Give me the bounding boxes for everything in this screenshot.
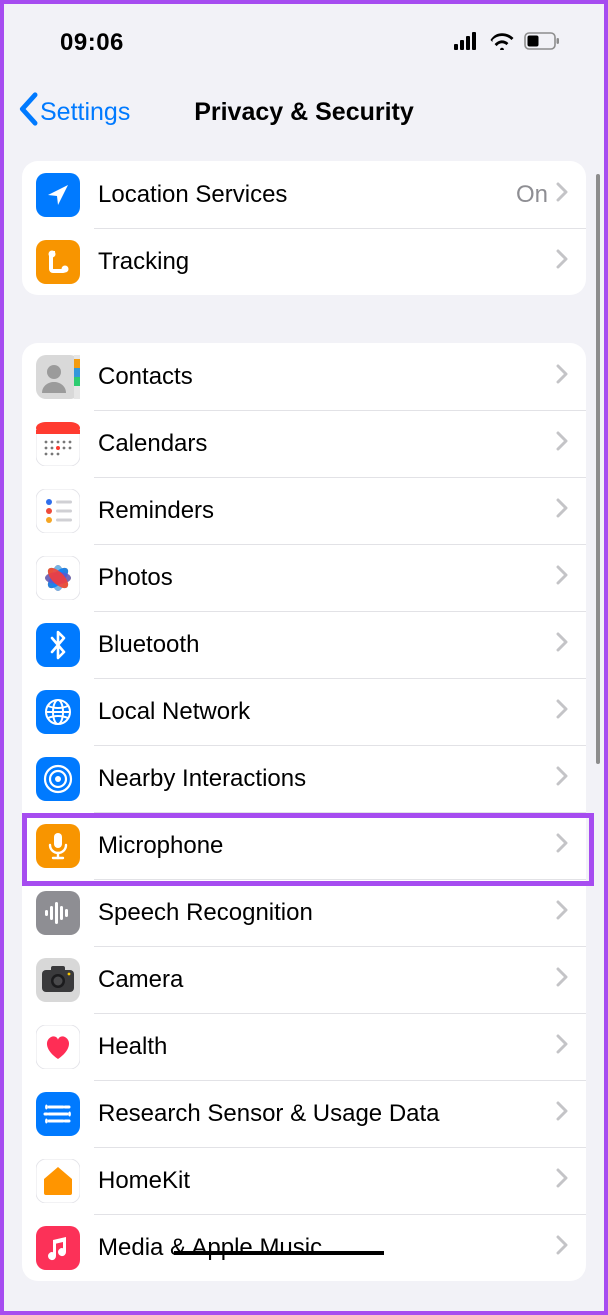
- back-label: Settings: [40, 98, 130, 127]
- row-bluetooth[interactable]: Bluetooth: [22, 611, 586, 678]
- row-label: Contacts: [98, 363, 556, 391]
- cellular-icon: [454, 32, 480, 55]
- chevron-left-icon: [16, 92, 40, 133]
- row-label: Research Sensor & Usage Data: [98, 1100, 556, 1128]
- row-reminders[interactable]: Reminders: [22, 477, 586, 544]
- row-photos[interactable]: Photos: [22, 544, 586, 611]
- row-label: Health: [98, 1033, 556, 1061]
- row-label: Nearby Interactions: [98, 765, 556, 793]
- row-health[interactable]: Health: [22, 1013, 586, 1080]
- music-icon: [36, 1226, 80, 1270]
- scroll-indicator: [596, 174, 600, 764]
- contacts-icon: [36, 355, 80, 399]
- row-microphone[interactable]: Microphone: [22, 812, 586, 879]
- settings-group-1: Location ServicesOn Tracking: [22, 161, 586, 295]
- mic-icon: [36, 824, 80, 868]
- location-icon: [36, 173, 80, 217]
- row-speech-recognition[interactable]: Speech Recognition: [22, 879, 586, 946]
- row-nearby-interactions[interactable]: Nearby Interactions: [22, 745, 586, 812]
- chevron-right-icon: [556, 699, 568, 724]
- chevron-right-icon: [556, 967, 568, 992]
- home-icon: [36, 1159, 80, 1203]
- row-label: Microphone: [98, 832, 556, 860]
- back-button[interactable]: Settings: [16, 92, 130, 133]
- chevron-right-icon: [556, 766, 568, 791]
- row-label: Calendars: [98, 430, 556, 458]
- row-homekit[interactable]: HomeKit: [22, 1147, 586, 1214]
- row-label: Camera: [98, 966, 556, 994]
- row-label: Photos: [98, 564, 556, 592]
- row-camera[interactable]: Camera: [22, 946, 586, 1013]
- settings-group-2: Contacts Calendars Reminders Photos Bluetoot…: [22, 343, 586, 1281]
- reminders-icon: [36, 489, 80, 533]
- row-label: Media & Apple Music: [98, 1234, 556, 1262]
- status-indicators: [454, 32, 560, 55]
- nearby-icon: [36, 757, 80, 801]
- chevron-right-icon: [556, 1168, 568, 1193]
- chevron-right-icon: [556, 249, 568, 274]
- chevron-right-icon: [556, 1034, 568, 1059]
- row-media[interactable]: Media & Apple Music: [22, 1214, 586, 1281]
- chevron-right-icon: [556, 833, 568, 858]
- photos-icon: [36, 556, 80, 600]
- chevron-right-icon: [556, 1235, 568, 1260]
- globe-icon: [36, 690, 80, 734]
- chevron-right-icon: [556, 565, 568, 590]
- row-contacts[interactable]: Contacts: [22, 343, 586, 410]
- chevron-right-icon: [556, 498, 568, 523]
- nav-header: Settings Privacy & Security: [4, 70, 604, 161]
- chevron-right-icon: [556, 431, 568, 456]
- battery-icon: [524, 32, 560, 55]
- strikethrough-annotation: [174, 1251, 384, 1255]
- row-label: Local Network: [98, 698, 556, 726]
- chevron-right-icon: [556, 182, 568, 207]
- tracking-icon: [36, 240, 80, 284]
- row-label: Bluetooth: [98, 631, 556, 659]
- row-label: Location Services: [98, 181, 516, 209]
- wifi-icon: [490, 32, 514, 55]
- speech-icon: [36, 891, 80, 935]
- row-tracking[interactable]: Tracking: [22, 228, 586, 295]
- chevron-right-icon: [556, 364, 568, 389]
- row-label: Reminders: [98, 497, 556, 525]
- row-local-network[interactable]: Local Network: [22, 678, 586, 745]
- row-research[interactable]: Research Sensor & Usage Data: [22, 1080, 586, 1147]
- health-icon: [36, 1025, 80, 1069]
- bluetooth-icon: [36, 623, 80, 667]
- status-bar: 09:06: [4, 16, 604, 70]
- chevron-right-icon: [556, 900, 568, 925]
- research-icon: [36, 1092, 80, 1136]
- row-label: Tracking: [98, 248, 556, 276]
- row-label: Speech Recognition: [98, 899, 556, 927]
- chevron-right-icon: [556, 632, 568, 657]
- page-title: Privacy & Security: [194, 98, 414, 127]
- camera-icon: [36, 958, 80, 1002]
- calendar-icon: [36, 422, 80, 466]
- row-label: HomeKit: [98, 1167, 556, 1195]
- row-location-services[interactable]: Location ServicesOn: [22, 161, 586, 228]
- status-time: 09:06: [60, 29, 124, 57]
- row-calendars[interactable]: Calendars: [22, 410, 586, 477]
- row-value: On: [516, 181, 548, 209]
- chevron-right-icon: [556, 1101, 568, 1126]
